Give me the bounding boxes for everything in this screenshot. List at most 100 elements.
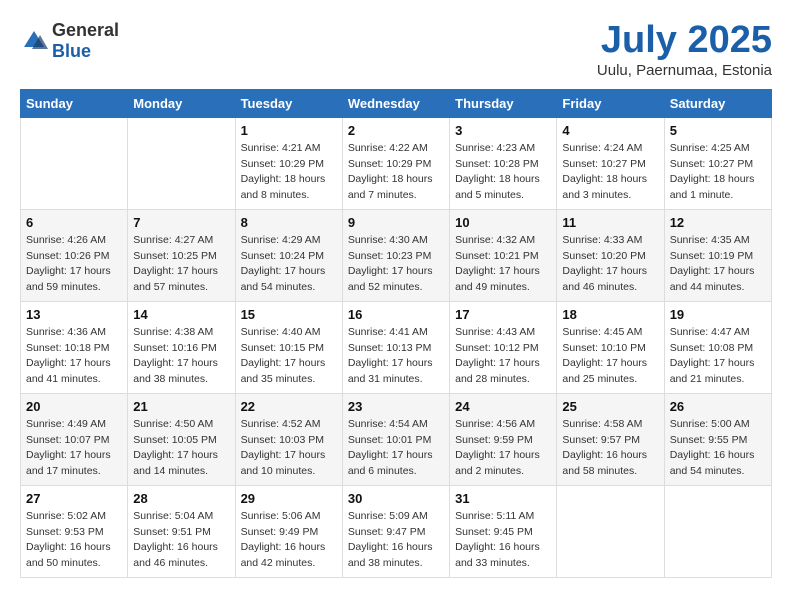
day-number: 17 (455, 307, 551, 322)
weekday-header-saturday: Saturday (664, 89, 771, 117)
title-area: July 2025 Uulu, Paernumaa, Estonia (597, 20, 772, 79)
logo-general: General (52, 20, 119, 40)
day-number: 9 (348, 215, 444, 230)
day-info: Sunrise: 4:35 AM Sunset: 10:19 PM Daylig… (670, 233, 766, 296)
weekday-header-wednesday: Wednesday (342, 89, 449, 117)
day-info: Sunrise: 4:47 AM Sunset: 10:08 PM Daylig… (670, 325, 766, 388)
day-number: 29 (241, 491, 337, 506)
day-info: Sunrise: 4:58 AM Sunset: 9:57 PM Dayligh… (562, 417, 658, 480)
logo-blue: Blue (52, 41, 91, 61)
calendar-cell: 21 Sunrise: 4:50 AM Sunset: 10:05 PM Dayl… (128, 393, 235, 485)
day-number: 4 (562, 123, 658, 138)
weekday-header-thursday: Thursday (450, 89, 557, 117)
calendar-cell (128, 117, 235, 209)
calendar-week-row: 27Sunrise: 5:02 AM Sunset: 9:53 PM Dayli… (21, 485, 772, 577)
day-info: Sunrise: 4:24 AM Sunset: 10:27 PM Daylig… (562, 141, 658, 204)
calendar-cell: 23 Sunrise: 4:54 AM Sunset: 10:01 PM Dayl… (342, 393, 449, 485)
weekday-header-monday: Monday (128, 89, 235, 117)
calendar-cell: 13 Sunrise: 4:36 AM Sunset: 10:18 PM Dayl… (21, 301, 128, 393)
day-info: Sunrise: 4:36 AM Sunset: 10:18 PM Daylig… (26, 325, 122, 388)
day-info: Sunrise: 4:45 AM Sunset: 10:10 PM Daylig… (562, 325, 658, 388)
weekday-header-row: SundayMondayTuesdayWednesdayThursdayFrid… (21, 89, 772, 117)
calendar-cell: 6Sunrise: 4:26 AM Sunset: 10:26 PM Dayli… (21, 209, 128, 301)
calendar-cell: 7Sunrise: 4:27 AM Sunset: 10:25 PM Dayli… (128, 209, 235, 301)
calendar-week-row: 6Sunrise: 4:26 AM Sunset: 10:26 PM Dayli… (21, 209, 772, 301)
day-number: 14 (133, 307, 229, 322)
calendar-cell: 27Sunrise: 5:02 AM Sunset: 9:53 PM Dayli… (21, 485, 128, 577)
calendar-cell (21, 117, 128, 209)
calendar-cell: 3 Sunrise: 4:23 AM Sunset: 10:28 PM Dayli… (450, 117, 557, 209)
day-number: 19 (670, 307, 766, 322)
day-info: Sunrise: 4:52 AM Sunset: 10:03 PM Daylig… (241, 417, 337, 480)
day-number: 22 (241, 399, 337, 414)
day-info: Sunrise: 4:30 AM Sunset: 10:23 PM Daylig… (348, 233, 444, 296)
calendar-cell: 16 Sunrise: 4:41 AM Sunset: 10:13 PM Dayl… (342, 301, 449, 393)
month-title: July 2025 (597, 20, 772, 62)
day-number: 27 (26, 491, 122, 506)
calendar-cell: 30Sunrise: 5:09 AM Sunset: 9:47 PM Dayli… (342, 485, 449, 577)
calendar-week-row: 13 Sunrise: 4:36 AM Sunset: 10:18 PM Dayl… (21, 301, 772, 393)
day-info: Sunrise: 4:40 AM Sunset: 10:15 PM Daylig… (241, 325, 337, 388)
day-info: Sunrise: 4:26 AM Sunset: 10:26 PM Daylig… (26, 233, 122, 296)
calendar-cell: 2Sunrise: 4:22 AM Sunset: 10:29 PM Dayli… (342, 117, 449, 209)
day-info: Sunrise: 4:49 AM Sunset: 10:07 PM Daylig… (26, 417, 122, 480)
day-number: 18 (562, 307, 658, 322)
day-number: 24 (455, 399, 551, 414)
day-info: Sunrise: 4:38 AM Sunset: 10:16 PM Daylig… (133, 325, 229, 388)
calendar-cell: 12 Sunrise: 4:35 AM Sunset: 10:19 PM Dayl… (664, 209, 771, 301)
day-number: 12 (670, 215, 766, 230)
day-info: Sunrise: 4:33 AM Sunset: 10:20 PM Daylig… (562, 233, 658, 296)
calendar-cell: 18 Sunrise: 4:45 AM Sunset: 10:10 PM Dayl… (557, 301, 664, 393)
day-number: 23 (348, 399, 444, 414)
calendar-cell: 8 Sunrise: 4:29 AM Sunset: 10:24 PM Dayli… (235, 209, 342, 301)
day-info: Sunrise: 5:00 AM Sunset: 9:55 PM Dayligh… (670, 417, 766, 480)
day-info: Sunrise: 4:25 AM Sunset: 10:27 PM Daylig… (670, 141, 766, 204)
weekday-header-tuesday: Tuesday (235, 89, 342, 117)
day-info: Sunrise: 4:43 AM Sunset: 10:12 PM Daylig… (455, 325, 551, 388)
day-info: Sunrise: 4:29 AM Sunset: 10:24 PM Daylig… (241, 233, 337, 296)
calendar-cell: 1Sunrise: 4:21 AM Sunset: 10:29 PM Dayli… (235, 117, 342, 209)
calendar-cell: 25 Sunrise: 4:58 AM Sunset: 9:57 PM Dayli… (557, 393, 664, 485)
day-number: 1 (241, 123, 337, 138)
calendar-cell: 26 Sunrise: 5:00 AM Sunset: 9:55 PM Dayli… (664, 393, 771, 485)
calendar-cell: 24 Sunrise: 4:56 AM Sunset: 9:59 PM Dayli… (450, 393, 557, 485)
day-number: 8 (241, 215, 337, 230)
day-info: Sunrise: 5:11 AM Sunset: 9:45 PM Dayligh… (455, 509, 551, 572)
day-number: 25 (562, 399, 658, 414)
day-number: 5 (670, 123, 766, 138)
day-info: Sunrise: 4:54 AM Sunset: 10:01 PM Daylig… (348, 417, 444, 480)
day-number: 10 (455, 215, 551, 230)
day-info: Sunrise: 4:50 AM Sunset: 10:05 PM Daylig… (133, 417, 229, 480)
day-number: 28 (133, 491, 229, 506)
day-number: 7 (133, 215, 229, 230)
calendar-cell: 11 Sunrise: 4:33 AM Sunset: 10:20 PM Dayl… (557, 209, 664, 301)
calendar-cell: 20Sunrise: 4:49 AM Sunset: 10:07 PM Dayl… (21, 393, 128, 485)
day-info: Sunrise: 5:04 AM Sunset: 9:51 PM Dayligh… (133, 509, 229, 572)
calendar-cell: 5 Sunrise: 4:25 AM Sunset: 10:27 PM Dayli… (664, 117, 771, 209)
day-info: Sunrise: 4:56 AM Sunset: 9:59 PM Dayligh… (455, 417, 551, 480)
day-info: Sunrise: 5:06 AM Sunset: 9:49 PM Dayligh… (241, 509, 337, 572)
day-number: 13 (26, 307, 122, 322)
calendar-cell: 4 Sunrise: 4:24 AM Sunset: 10:27 PM Dayli… (557, 117, 664, 209)
calendar-cell: 14 Sunrise: 4:38 AM Sunset: 10:16 PM Dayl… (128, 301, 235, 393)
calendar-cell (664, 485, 771, 577)
calendar-cell: 9 Sunrise: 4:30 AM Sunset: 10:23 PM Dayli… (342, 209, 449, 301)
day-number: 3 (455, 123, 551, 138)
calendar-cell: 29 Sunrise: 5:06 AM Sunset: 9:49 PM Dayli… (235, 485, 342, 577)
day-number: 16 (348, 307, 444, 322)
day-number: 15 (241, 307, 337, 322)
day-info: Sunrise: 4:41 AM Sunset: 10:13 PM Daylig… (348, 325, 444, 388)
day-number: 21 (133, 399, 229, 414)
calendar-table: SundayMondayTuesdayWednesdayThursdayFrid… (20, 89, 772, 578)
weekday-header-friday: Friday (557, 89, 664, 117)
calendar-week-row: 1Sunrise: 4:21 AM Sunset: 10:29 PM Dayli… (21, 117, 772, 209)
calendar-cell: 19 Sunrise: 4:47 AM Sunset: 10:08 PM Dayl… (664, 301, 771, 393)
calendar-cell: 22 Sunrise: 4:52 AM Sunset: 10:03 PM Dayl… (235, 393, 342, 485)
day-info: Sunrise: 4:23 AM Sunset: 10:28 PM Daylig… (455, 141, 551, 204)
day-info: Sunrise: 4:32 AM Sunset: 10:21 PM Daylig… (455, 233, 551, 296)
day-number: 11 (562, 215, 658, 230)
location-title: Uulu, Paernumaa, Estonia (597, 62, 772, 79)
day-number: 26 (670, 399, 766, 414)
page-header: General Blue July 2025 Uulu, Paernumaa, … (20, 20, 772, 79)
calendar-cell: 28 Sunrise: 5:04 AM Sunset: 9:51 PM Dayli… (128, 485, 235, 577)
